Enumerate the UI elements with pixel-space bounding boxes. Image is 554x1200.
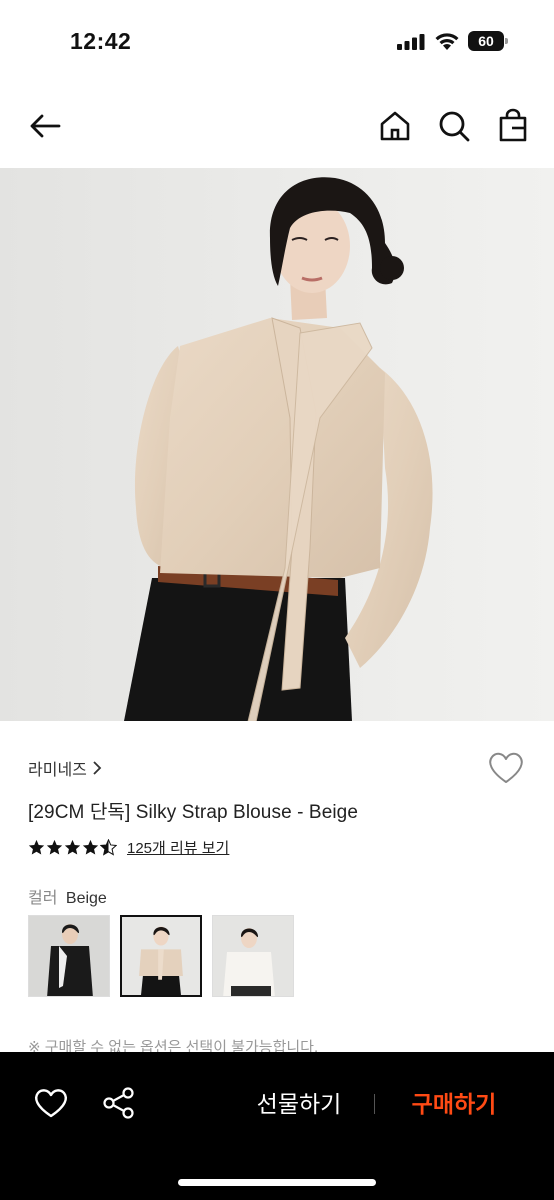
star-full-icon [46,839,63,855]
brand-link[interactable]: 라미네즈 [28,756,103,780]
star-half-icon [100,838,117,856]
color-thumbnail-black[interactable] [28,915,110,997]
rating-row: 125개 리뷰 보기 [28,836,229,858]
wifi-icon [435,33,459,50]
color-option-row: 컬러 Beige [28,884,107,908]
top-nav [0,96,554,156]
status-time: 12:42 [70,28,132,54]
star-full-icon [28,839,45,855]
brand-name: 라미네즈 [28,762,87,779]
share-icon[interactable] [100,1084,138,1122]
home-icon[interactable] [375,106,415,146]
search-icon[interactable] [434,106,474,146]
gift-button[interactable]: 선물하기 [236,1084,362,1124]
arrow-left-icon[interactable] [26,106,66,146]
color-label: 컬러 [28,890,58,907]
battery-indicator: 60 [468,31,508,51]
status-bar: 12:42 60 [0,0,554,82]
review-link[interactable]: 125개 리뷰 보기 [127,837,229,858]
color-thumbnail-beige[interactable] [120,915,202,997]
battery-level: 60 [468,31,504,51]
battery-nub [505,38,508,44]
thumbnail-image [213,916,293,996]
product-title: [29CM 단독] Silky Strap Blouse - Beige [28,802,359,823]
star-full-icon [64,839,81,855]
star-rating [28,838,117,856]
thumbnail-image [29,916,109,996]
bottom-action-bar: 선물하기 구매하기 [0,1052,554,1200]
chevron-right-icon [93,761,102,775]
button-divider [374,1094,375,1114]
heart-icon[interactable] [32,1084,70,1122]
thumbnail-image [122,917,200,995]
shopping-bag-icon[interactable] [493,106,533,146]
product-image[interactable] [0,168,554,721]
heart-icon[interactable] [486,748,526,788]
color-value: Beige [65,890,107,907]
star-full-icon [82,839,99,855]
home-indicator [178,1179,376,1186]
color-thumbnails [28,915,294,997]
buy-button[interactable]: 구매하기 [394,1084,514,1124]
signal-icon [397,34,425,50]
color-thumbnail-white[interactable] [212,915,294,997]
model-photo [0,168,554,721]
